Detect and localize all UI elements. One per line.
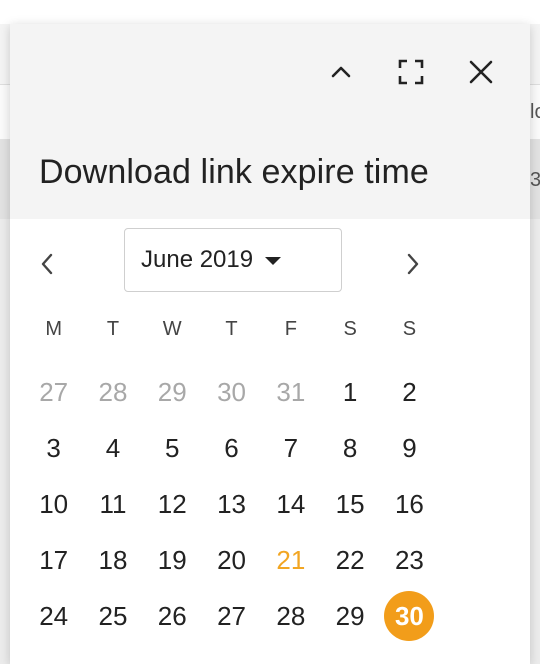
chevron-up-icon xyxy=(331,66,351,78)
calendar-day[interactable]: 4 xyxy=(83,420,142,476)
calendar-day[interactable]: 2 xyxy=(380,364,439,420)
calendar-day-number: 20 xyxy=(217,544,246,575)
next-month-button[interactable] xyxy=(398,246,428,282)
calendar-day[interactable]: 24 xyxy=(24,588,83,644)
calendar-day-number: 7 xyxy=(283,432,299,463)
collapse-button[interactable] xyxy=(321,52,361,92)
weekday-label: T xyxy=(225,318,238,340)
calendar-day-number: 19 xyxy=(157,544,187,575)
expire-time-dialog: Download link expire time June 2019 M T W T… xyxy=(10,24,530,664)
weekday-label: F xyxy=(284,318,297,340)
close-button[interactable] xyxy=(461,52,501,92)
calendar-day-grid: 27 28 29 30 31 1 2 3 4 5 6 7 8 9 10 11 12 13 14 15 16 17 18 19 2… xyxy=(24,364,439,644)
calendar-day-number: 6 xyxy=(224,432,239,463)
calendar-day[interactable]: 27 xyxy=(202,588,261,644)
calendar-day[interactable]: 13 xyxy=(202,476,261,532)
weekday-label: W xyxy=(162,318,182,340)
calendar-day-number: 12 xyxy=(157,488,187,519)
calendar-day-number: 28 xyxy=(276,600,306,631)
calendar-day-number: 16 xyxy=(394,488,424,519)
calendar-day-number: 5 xyxy=(165,432,180,463)
calendar-day[interactable]: 12 xyxy=(143,476,202,532)
calendar-day-number: 30 xyxy=(217,376,246,407)
calendar-day[interactable]: 6 xyxy=(202,420,261,476)
calendar-day-number: 10 xyxy=(39,488,69,519)
fullscreen-button[interactable] xyxy=(391,52,431,92)
close-icon xyxy=(469,60,493,84)
fullscreen-icon xyxy=(398,59,424,85)
calendar-day-number: 11 xyxy=(99,488,127,519)
calendar-day-number: 27 xyxy=(217,600,246,631)
calendar-day[interactable]: 30 xyxy=(202,364,261,420)
calendar-day[interactable]: 17 xyxy=(24,532,83,588)
calendar-day-number: 24 xyxy=(39,600,69,631)
calendar-day[interactable]: 19 xyxy=(143,532,202,588)
calendar-day-number: 4 xyxy=(105,432,121,463)
calendar-day[interactable]: 16 xyxy=(380,476,439,532)
calendar-day[interactable]: 31 xyxy=(261,364,320,420)
calendar-day[interactable]: 28 xyxy=(261,588,320,644)
calendar-day[interactable]: 3 xyxy=(24,420,83,476)
calendar-day-number: 1 xyxy=(342,376,358,407)
calendar-day[interactable]: 25 xyxy=(83,588,142,644)
calendar-day[interactable]: 28 xyxy=(83,364,142,420)
caret-down-icon xyxy=(265,257,282,265)
calendar-day-number: 2 xyxy=(402,376,417,407)
calendar-day[interactable]: 7 xyxy=(261,420,320,476)
calendar-day[interactable]: 5 xyxy=(143,420,202,476)
calendar-day-number: 13 xyxy=(217,488,246,519)
calendar-day-number: 9 xyxy=(402,432,417,463)
calendar-day-number: 27 xyxy=(39,376,69,407)
month-year-select[interactable]: June 2019 xyxy=(124,228,342,292)
weekday-label: T xyxy=(106,318,120,340)
background-text-fragment: 3 xyxy=(530,169,540,191)
calendar-day-selected[interactable]: 30 xyxy=(380,588,439,644)
calendar-day-number: 14 xyxy=(276,488,306,519)
calendar-day[interactable]: 14 xyxy=(261,476,320,532)
previous-month-button[interactable] xyxy=(32,246,62,282)
calendar-day[interactable]: 26 xyxy=(143,588,202,644)
calendar-day[interactable]: 23 xyxy=(380,532,439,588)
calendar-day-number: 3 xyxy=(46,432,61,463)
calendar-day-number: 25 xyxy=(98,600,128,631)
calendar-day-number: 8 xyxy=(342,432,358,463)
weekday-label: M xyxy=(45,318,62,340)
weekday-label: S xyxy=(402,318,417,340)
calendar-day[interactable]: 18 xyxy=(83,532,142,588)
calendar-day-number: 26 xyxy=(157,600,187,631)
calendar-day-today[interactable]: 21 xyxy=(261,532,320,588)
background-text-fragment: lo xyxy=(530,101,540,123)
calendar-day-number: 23 xyxy=(394,544,424,575)
calendar-day[interactable]: 27 xyxy=(24,364,83,420)
calendar-day[interactable]: 22 xyxy=(320,532,379,588)
calendar-day[interactable]: 20 xyxy=(202,532,261,588)
calendar-day-number: 30 xyxy=(384,591,435,641)
calendar-day[interactable]: 8 xyxy=(320,420,379,476)
calendar-day-number: 15 xyxy=(335,488,365,519)
calendar-day[interactable]: 11 xyxy=(83,476,142,532)
weekday-label: S xyxy=(343,318,357,340)
calendar-day[interactable]: 9 xyxy=(380,420,439,476)
calendar-day-number: 29 xyxy=(157,376,187,407)
calendar-day[interactable]: 10 xyxy=(24,476,83,532)
calendar-day-number: 18 xyxy=(98,544,128,575)
chevron-left-icon xyxy=(41,253,53,275)
calendar-day[interactable]: 15 xyxy=(320,476,379,532)
calendar-day[interactable]: 29 xyxy=(143,364,202,420)
calendar-day-number: 29 xyxy=(335,600,365,631)
calendar-day[interactable]: 1 xyxy=(320,364,379,420)
month-year-label: June 2019 xyxy=(141,246,254,273)
calendar-day-number: 17 xyxy=(39,544,69,575)
calendar-day-number: 21 xyxy=(276,544,306,575)
calendar-day-number: 22 xyxy=(335,544,365,575)
calendar-day-number: 31 xyxy=(276,376,306,407)
calendar-day[interactable]: 29 xyxy=(320,588,379,644)
dialog-title: Download link expire time xyxy=(39,153,429,191)
calendar-day-number: 28 xyxy=(98,376,128,407)
chevron-right-icon xyxy=(407,253,419,275)
background-topbar xyxy=(0,0,540,25)
weekday-header: MTWTFSS xyxy=(24,318,439,341)
